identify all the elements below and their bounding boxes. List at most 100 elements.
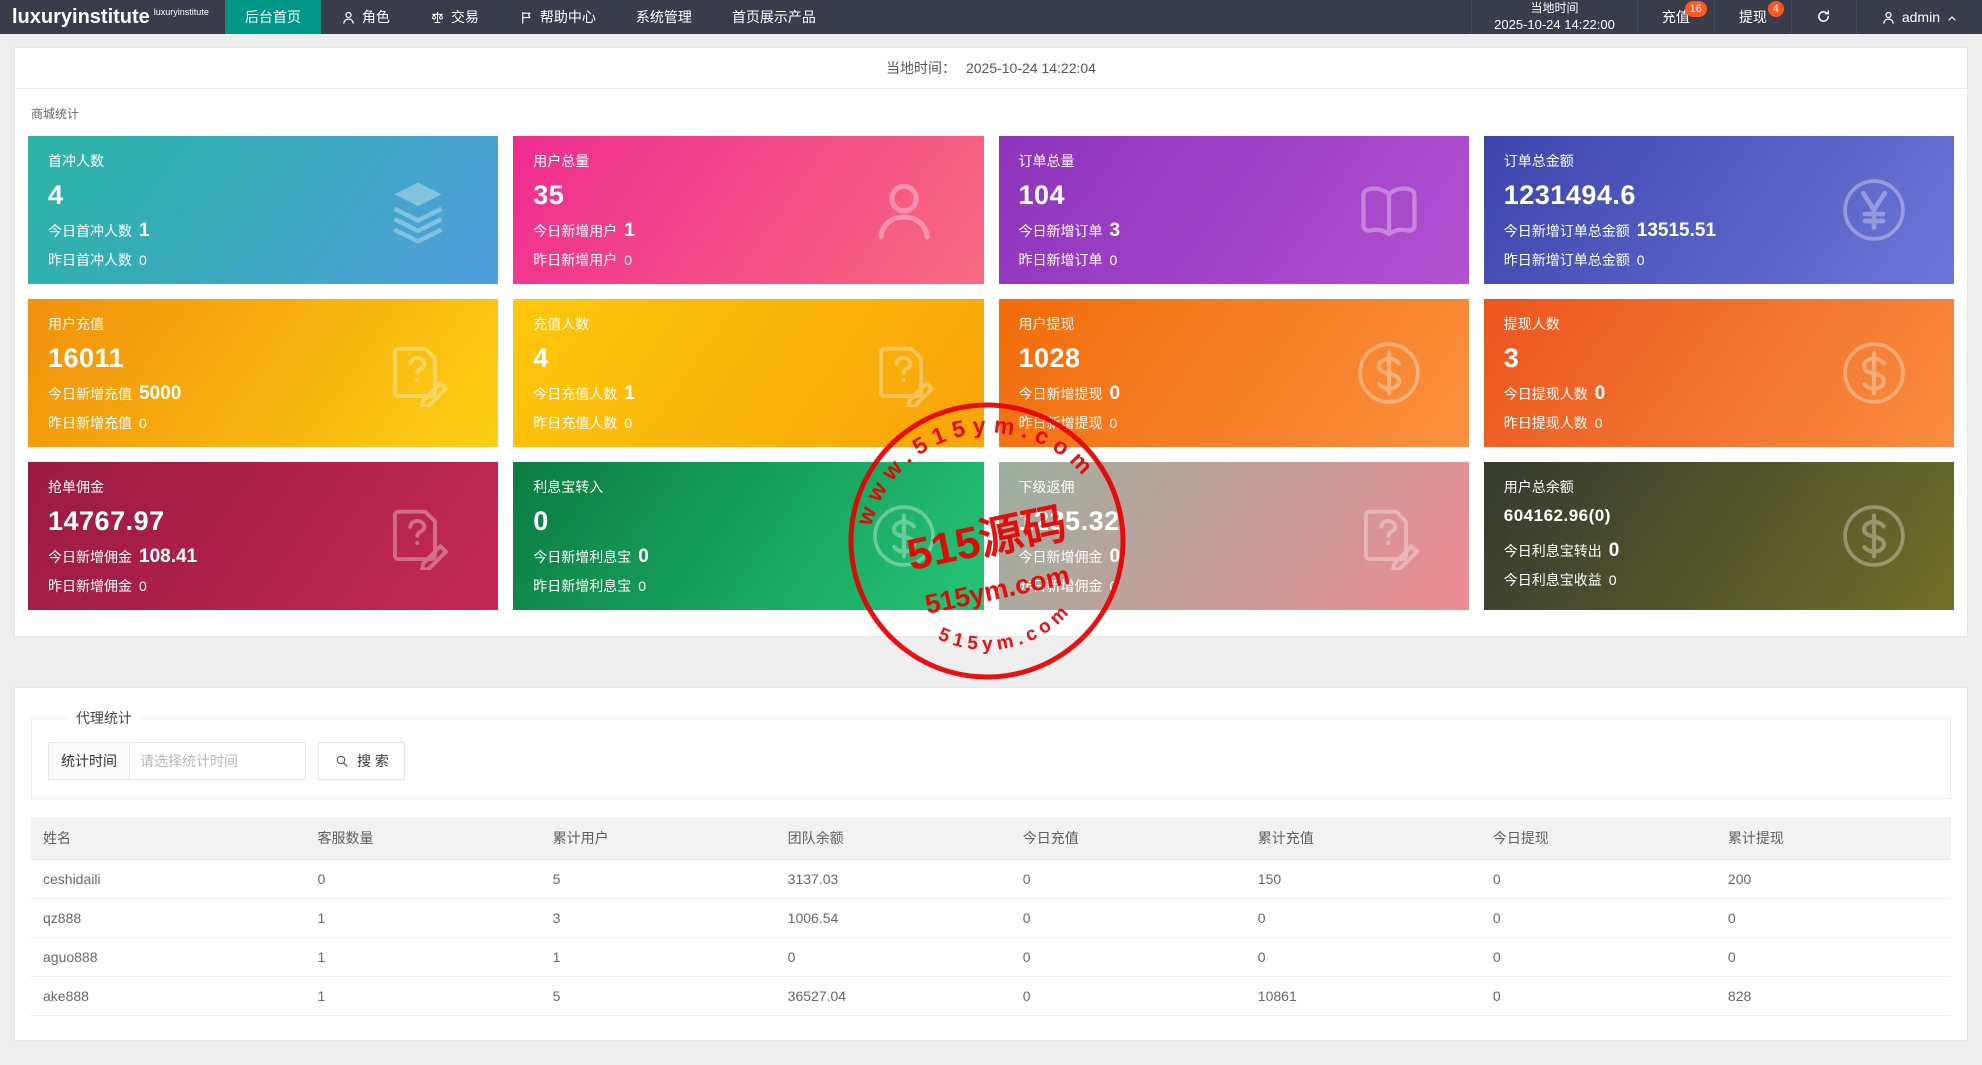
search-button[interactable]: 搜 索 <box>318 742 405 780</box>
stat-card: 首冲人数 4 今日首冲人数 1 昨日首冲人数 0 <box>28 136 499 284</box>
stat-card-yesterday-line: 昨日新增佣金 0 <box>48 576 478 596</box>
stat-card-today-value: 13515.51 <box>1636 220 1716 241</box>
table-header-cell: 姓名 <box>31 817 306 860</box>
stat-card-today-label: 今日新增订单 <box>1018 223 1103 239</box>
local-time-value: 2025-10-24 14:22:00 <box>1494 17 1615 33</box>
person-icon <box>341 10 356 25</box>
filter-time-input[interactable] <box>130 742 306 780</box>
nav-item-label: 后台首页 <box>244 9 301 25</box>
current-time-value: 2025-10-24 14:22:04 <box>965 60 1096 76</box>
stat-card-yesterday-line: 昨日提现人数 0 <box>1504 413 1934 433</box>
stat-card-yesterday-value: 0 <box>139 415 147 431</box>
stat-card-today-value: 0 <box>1594 383 1606 404</box>
table-cell: qz888 <box>31 898 306 938</box>
stat-card-yesterday-value: 0 <box>624 415 633 431</box>
stat-card-title: 充值人数 <box>533 316 590 332</box>
stat-card-yesterday-line: 昨日新增提现 0 <box>1019 413 1449 433</box>
stat-card-today-label: 今日利息宝转出 <box>1503 543 1602 559</box>
chevron-up-icon <box>1946 11 1958 23</box>
table-header-cell: 团队余额 <box>775 817 1011 860</box>
table-cell: 36527.04 <box>775 976 1011 1016</box>
stat-card-title: 用户提现 <box>1018 316 1075 332</box>
user-icon <box>1881 10 1896 25</box>
stat-card-title: 订单总金额 <box>1503 153 1574 169</box>
table-cell: 1 <box>540 937 776 977</box>
table-cell: 3137.03 <box>775 859 1011 899</box>
stat-card-yesterday-value: 0 <box>638 578 647 594</box>
stat-card-yesterday-label: 昨日提现人数 <box>1503 415 1588 431</box>
stat-card-title: 提现人数 <box>1503 316 1560 332</box>
table-cell: 0 <box>1010 937 1246 977</box>
stat-card-today-label: 今日新增佣金 <box>48 549 132 565</box>
stat-card-yesterday-label: 昨日新增提现 <box>1018 415 1103 431</box>
table-body: ceshidaili 0 5 3137.03 0 150 0 200 qz888 1 3 1006.5… <box>31 859 1951 1016</box>
filter-time-label: 统计时间 <box>48 742 130 780</box>
nav-item-label: 角色 <box>361 9 390 25</box>
table-header-cell: 累计充值 <box>1245 817 1481 860</box>
stat-card: 用户充值 16011 今日新增充值 5000 昨日新增充值 0 <box>28 299 499 447</box>
edit-icon <box>384 339 452 410</box>
withdraw-label: 提现 <box>1738 9 1767 25</box>
stat-card-yesterday-value: 0 <box>1109 252 1118 268</box>
brand-logo[interactable]: luxuryinstitute luxuryinstitute <box>0 0 225 34</box>
nav-item-home-products[interactable]: 首页展示产品 <box>712 0 836 34</box>
stat-card-yesterday-line: 昨日新增用户 0 <box>533 250 963 270</box>
nav-item-label: 交易 <box>450 9 479 25</box>
nav-action-recharge[interactable]: 充值 16 <box>1636 0 1714 34</box>
table-header-cell: 累计用户 <box>540 817 776 860</box>
user-menu[interactable]: admin <box>1855 0 1982 34</box>
stat-card-yesterday-label: 今日利息宝收益 <box>1503 572 1602 588</box>
table-cell: 0 <box>1480 859 1716 899</box>
nav-item-help-center[interactable]: 帮助中心 <box>499 0 616 34</box>
table-cell: 0 <box>1480 937 1716 977</box>
stat-card-today-value: 108.41 <box>139 546 198 567</box>
table-cell: 1 <box>305 937 541 977</box>
table-cell: 0 <box>1010 859 1246 899</box>
stat-card-yesterday-label: 昨日新增佣金 <box>48 578 132 594</box>
stat-card-yesterday-line: 昨日新增利息宝 0 <box>533 576 963 596</box>
stat-card-yesterday-label: 昨日新增利息宝 <box>533 578 632 594</box>
nav-item-label: 帮助中心 <box>539 9 596 25</box>
nav-item-trade[interactable]: 交易 <box>410 0 499 34</box>
current-time-label: 当地时间： <box>886 60 957 76</box>
nav-item-home[interactable]: 后台首页 <box>224 0 321 34</box>
nav-item-roles[interactable]: 角色 <box>321 0 410 34</box>
mall-stats-panel: 当地时间： 2025-10-24 14:22:04 商城统计 首冲人数 4 今日首冲… <box>14 47 1968 637</box>
layers-icon <box>384 176 452 244</box>
local-time-block: 当地时间 2025-10-24 14:22:00 <box>1471 0 1637 34</box>
stat-card-yesterday-value: 0 <box>1594 415 1603 431</box>
stat-card-yesterday-line: 昨日首冲人数 0 <box>48 250 478 270</box>
stat-card: 抢单佣金 14767.97 今日新增佣金 108.41 昨日新增佣金 0 <box>28 462 499 610</box>
stat-card: 订单总量 104 今日新增订单 3 昨日新增订单 0 <box>998 136 1469 284</box>
table-header-cell: 今日充值 <box>1010 817 1246 860</box>
section-title-mall-stats: 商城统计 <box>31 107 80 121</box>
withdraw-badge: 4 <box>1767 1 1784 17</box>
flag-icon <box>519 10 534 25</box>
stat-card-title: 订单总量 <box>1018 153 1075 169</box>
stat-card: 下级返佣 1235.32 今日新增佣金 0 昨日新增佣金 0 <box>998 462 1469 610</box>
edit-icon <box>384 502 452 573</box>
stat-card: 订单总金额 1231494.6 今日新增订单总金额 13515.51 昨日新增订单总金额… <box>1483 136 1954 284</box>
nav-menu: 后台首页 角色 交易 帮助中心 系统管理 首页展示产品 <box>224 0 836 34</box>
table-cell: 1 <box>305 976 541 1016</box>
table-cell: 0 <box>1715 898 1951 938</box>
table-header-cell: 客服数量 <box>305 817 541 860</box>
stat-card: 提现人数 3 今日提现人数 0 昨日提现人数 0 <box>1483 299 1954 447</box>
stat-card-today-label: 今日新增充值 <box>48 386 132 402</box>
table-cell: 200 <box>1715 859 1951 899</box>
stat-card: 用户总余额 604162.96(0) 今日利息宝转出 0 今日利息宝收益 0 <box>1483 462 1954 610</box>
nav-action-withdraw[interactable]: 提现 4 <box>1713 0 1791 34</box>
refresh-button[interactable] <box>1790 0 1856 34</box>
table-header-cell: 今日提现 <box>1480 817 1716 860</box>
scales-icon <box>430 10 445 25</box>
user-icon <box>870 176 938 244</box>
table-cell: 0 <box>1010 898 1246 938</box>
stat-card-today-value: 0 <box>1109 546 1121 567</box>
stat-card-today-label: 今日新增佣金 <box>1018 549 1103 565</box>
table-header-row: 姓名 客服数量 累计用户 团队余额 今日充值 累计充值 今日提现 累计提现 <box>31 817 1951 860</box>
stat-card-today-label: 今日提现人数 <box>1503 386 1588 402</box>
nav-item-system[interactable]: 系统管理 <box>616 0 712 34</box>
stat-card-yesterday-value: 0 <box>139 252 147 268</box>
stat-card-title: 利息宝转入 <box>533 479 604 495</box>
current-time-bar: 当地时间： 2025-10-24 14:22:04 <box>15 48 1967 89</box>
